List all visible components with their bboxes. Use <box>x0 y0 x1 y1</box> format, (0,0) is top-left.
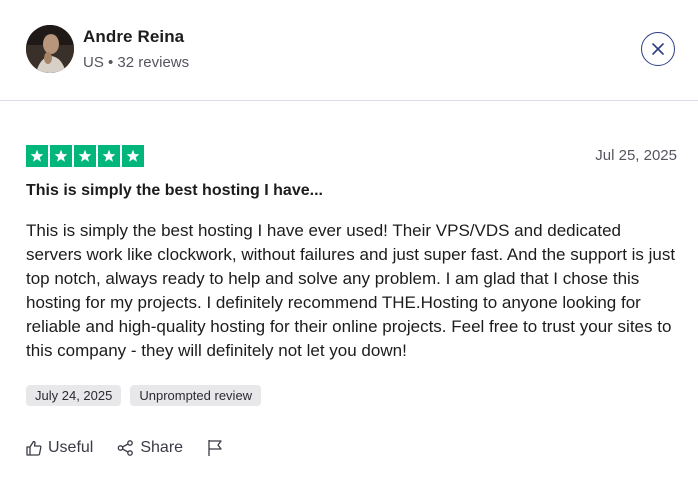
review-date: Jul 25, 2025 <box>595 147 677 164</box>
useful-button[interactable]: Useful <box>26 439 93 457</box>
reviewer-meta: US • 32 reviews <box>83 54 190 71</box>
review-tags: July 24, 2025 Unprompted review <box>26 385 262 406</box>
review-title: This is simply the best hosting I have..… <box>26 182 323 199</box>
share-label: Share <box>140 439 184 456</box>
reviewer-name[interactable]: Andre Reina <box>83 27 184 47</box>
report-flag-button[interactable] <box>207 439 223 457</box>
share-icon <box>118 440 134 456</box>
reviewer-header: Andre Reina US • 32 reviews <box>0 0 698 101</box>
experience-date-tag: July 24, 2025 <box>26 385 122 406</box>
star-icon <box>98 145 120 167</box>
share-button[interactable]: Share <box>117 439 183 457</box>
thumbs-up-icon <box>26 440 42 456</box>
star-icon <box>50 145 72 167</box>
star-rating <box>26 145 144 167</box>
star-icon <box>74 145 96 167</box>
close-icon <box>652 43 664 55</box>
avatar <box>26 25 74 73</box>
unprompted-review-tag[interactable]: Unprompted review <box>130 385 262 406</box>
star-icon <box>26 145 48 167</box>
review-body: This is simply the best hosting I have e… <box>26 221 676 360</box>
flag-icon <box>208 440 222 456</box>
star-icon <box>122 145 144 167</box>
useful-label: Useful <box>48 439 94 456</box>
review-modal: Andre Reina US • 32 reviews Jul 25, 2025… <box>0 0 698 491</box>
review-actions: Useful Share <box>26 439 247 457</box>
close-button[interactable] <box>641 32 675 66</box>
